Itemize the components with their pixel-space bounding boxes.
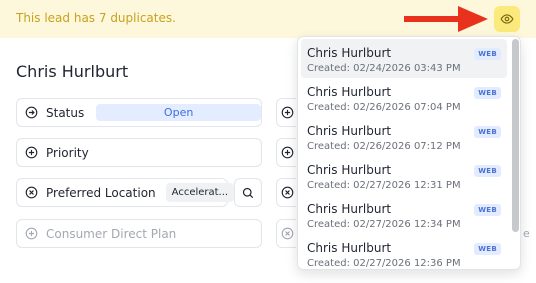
red-arrow-annotation [404, 6, 488, 32]
right-field-peek-text: e [523, 227, 530, 240]
location-search-button[interactable] [234, 178, 262, 207]
status-badge[interactable]: Open [96, 104, 261, 121]
duplicate-item[interactable]: Chris Hurlburt Created: 02/27/2026 12:34… [301, 195, 507, 234]
duplicate-created: Created: 02/27/2026 12:34 PM [307, 219, 461, 230]
view-duplicates-button[interactable] [494, 6, 520, 32]
duplicate-item[interactable]: Chris Hurlburt Created: 02/24/2026 03:43… [301, 39, 507, 78]
source-badge: WEB [474, 204, 501, 216]
duplicate-name: Chris Hurlburt [307, 124, 392, 138]
preferred-location-label: Preferred Location [46, 185, 156, 200]
right-field-2[interactable] [276, 138, 296, 167]
right-field-3[interactable] [276, 178, 296, 207]
dropdown-scrollbar[interactable] [512, 39, 519, 267]
search-icon [242, 187, 254, 198]
duplicate-name: Chris Hurlburt [307, 46, 392, 60]
preferred-location-chip[interactable]: Accelerat... [165, 183, 235, 202]
status-label: Status [46, 105, 85, 120]
source-badge: WEB [474, 165, 501, 177]
duplicate-item[interactable]: Chris Hurlburt Created: 02/27/2026 12:31… [301, 156, 507, 195]
circle-plus-icon [281, 146, 294, 159]
circle-x-icon[interactable] [25, 186, 38, 199]
priority-label: Priority [46, 145, 89, 160]
circle-plus-icon [25, 146, 38, 159]
duplicate-created: Created: 02/27/2026 12:31 PM [307, 180, 461, 191]
duplicate-name: Chris Hurlburt [307, 241, 392, 255]
duplicate-name: Chris Hurlburt [307, 202, 392, 216]
circle-x-icon [281, 227, 294, 240]
scrollbar-thumb[interactable] [512, 39, 519, 232]
preferred-location-field[interactable]: Preferred Location Accelerat... [16, 178, 235, 207]
eye-icon [500, 14, 514, 24]
circle-plus-icon [25, 227, 38, 240]
duplicates-dropdown: Chris Hurlburt Created: 02/24/2026 03:43… [297, 36, 521, 270]
priority-field[interactable]: Priority [16, 138, 262, 167]
consumer-direct-plan-field[interactable]: Consumer Direct Plan [16, 219, 262, 248]
duplicate-created: Created: 02/26/2026 07:12 PM [307, 141, 461, 152]
duplicate-item[interactable]: Chris Hurlburt Created: 02/26/2026 07:04… [301, 78, 507, 117]
duplicates-message: This lead has 7 duplicates. [16, 11, 176, 25]
duplicate-created: Created: 02/24/2026 03:43 PM [307, 63, 461, 74]
duplicate-name: Chris Hurlburt [307, 163, 392, 177]
right-field-1[interactable] [276, 98, 296, 127]
circle-x-icon [281, 186, 294, 199]
duplicate-name: Chris Hurlburt [307, 85, 392, 99]
source-badge: WEB [474, 126, 501, 138]
lead-name: Chris Hurlburt [16, 62, 129, 81]
duplicate-item[interactable]: Chris Hurlburt Created: 02/27/2026 12:36… [301, 234, 507, 269]
source-badge: WEB [474, 87, 501, 99]
circle-plus-icon [281, 106, 294, 119]
right-field-4[interactable] [276, 219, 296, 248]
duplicate-created: Created: 02/27/2026 12:36 PM [307, 258, 461, 269]
duplicate-item[interactable]: Chris Hurlburt Created: 02/26/2026 07:12… [301, 117, 507, 156]
source-badge: WEB [474, 243, 501, 255]
circle-arrow-right-icon [25, 106, 38, 119]
duplicates-banner: This lead has 7 duplicates. [0, 0, 536, 38]
duplicate-created: Created: 02/26/2026 07:04 PM [307, 102, 461, 113]
source-badge: WEB [474, 48, 501, 60]
consumer-direct-plan-label: Consumer Direct Plan [46, 226, 177, 241]
duplicates-list: Chris Hurlburt Created: 02/24/2026 03:43… [301, 39, 507, 269]
status-field[interactable]: Status Open [16, 98, 262, 127]
